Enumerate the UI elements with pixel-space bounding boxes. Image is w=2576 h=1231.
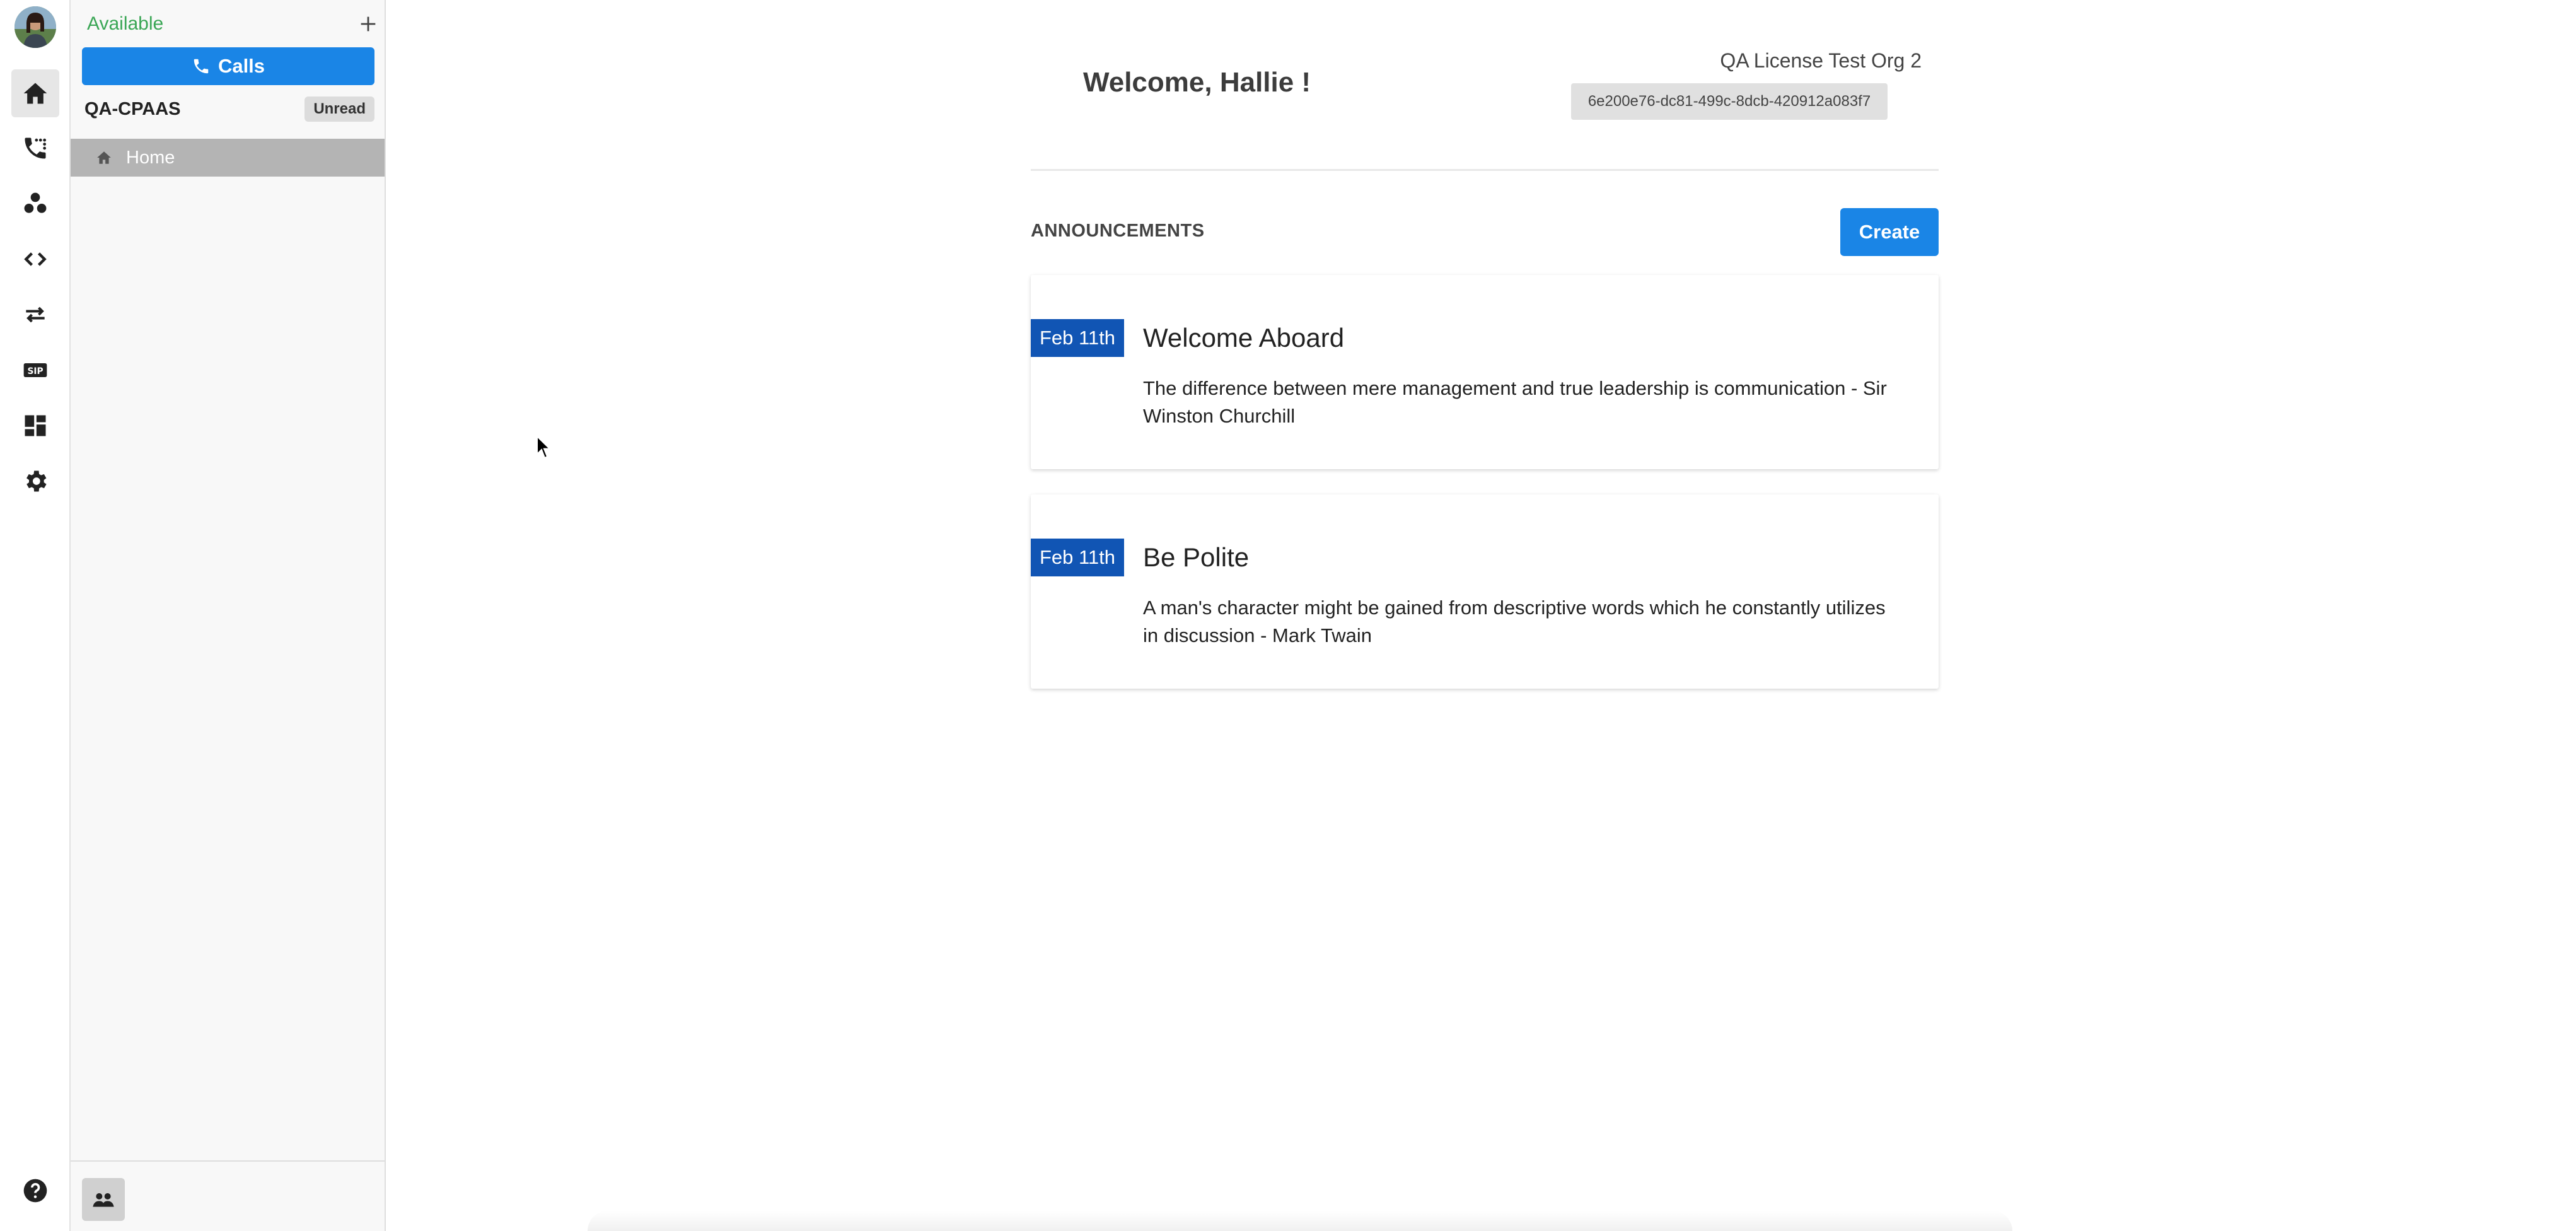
org-name: QA-CPAAS (84, 98, 181, 119)
sip-icon: SIP (23, 363, 47, 377)
announcement-card[interactable]: Feb 11th Be Polite A man's character mig… (1031, 494, 1939, 689)
rail-home-button[interactable] (11, 69, 59, 117)
rail-dashboard-button[interactable] (11, 402, 59, 450)
transfer-icon (26, 306, 45, 323)
create-announcement-button[interactable]: Create (1840, 208, 1939, 256)
announcement-body: The difference between mere management a… (1143, 377, 1887, 427)
sidebar-item-home[interactable]: Home (71, 139, 385, 177)
call-log-icon (25, 137, 47, 159)
rail-transfer-button[interactable] (11, 291, 59, 339)
settings-icon (26, 470, 47, 492)
rail-help-button[interactable] (11, 1167, 59, 1215)
home-icon (23, 83, 47, 104)
date-badge: Feb 11th (1031, 319, 1124, 357)
main-content: Welcome, Hallie ! QA License Test Org 2 … (386, 0, 2576, 1231)
help-icon (23, 1179, 47, 1203)
welcome-heading: Welcome, Hallie ! (1083, 67, 1311, 98)
plus-icon (361, 16, 376, 32)
sidebar-footer (71, 1160, 385, 1231)
mouse-cursor-icon (537, 435, 552, 459)
announcement-card[interactable]: Feb 11th Welcome Aboard The difference b… (1031, 275, 1939, 469)
status-row: Available (87, 10, 381, 38)
svg-text:SIP: SIP (27, 366, 43, 376)
announcement-body: A man's character might be gained from d… (1143, 597, 1886, 646)
calls-button-label: Calls (218, 55, 265, 77)
rail-code-button[interactable] (11, 235, 59, 283)
header-divider (1031, 169, 1939, 171)
icon-rail: SIP (0, 0, 71, 1231)
announcement-title: Be Polite (1143, 542, 1250, 572)
team-button[interactable] (82, 1178, 125, 1221)
phone-icon (194, 59, 209, 74)
calls-button[interactable]: Calls (82, 47, 374, 85)
dashboard-icon (25, 415, 46, 436)
rail-settings-button[interactable] (11, 457, 59, 505)
rail-sip-button[interactable]: SIP (11, 346, 59, 394)
rail-call-log-button[interactable] (11, 124, 59, 172)
org-title: QA License Test Org 2 (1720, 49, 1922, 72)
code-icon (24, 252, 47, 266)
org-row: QA-CPAAS Unread (84, 95, 374, 124)
bottom-panel-shadow (588, 1211, 2012, 1231)
add-button[interactable] (356, 11, 381, 37)
avatar[interactable] (15, 6, 56, 48)
announcement-title: Welcome Aboard (1143, 323, 1345, 353)
announcements-heading: ANNOUNCEMENTS (1031, 221, 1205, 241)
app-window: SIP Available Calls QA-CPAAS Unread Home… (0, 0, 2576, 1231)
presence-status[interactable]: Available (87, 13, 163, 35)
date-badge: Feb 11th (1031, 539, 1124, 576)
contacts-icon (24, 192, 47, 213)
unread-button[interactable]: Unread (305, 96, 374, 122)
sidebar-item-label: Home (126, 147, 175, 168)
org-id-badge: 6e200e76-dc81-499c-8dcb-420912a083f7 (1571, 83, 1888, 120)
team-icon (93, 1193, 114, 1207)
sidebar: Available Calls QA-CPAAS Unread Home (71, 0, 386, 1231)
rail-contacts-button[interactable] (11, 180, 59, 228)
home-icon (97, 151, 111, 164)
